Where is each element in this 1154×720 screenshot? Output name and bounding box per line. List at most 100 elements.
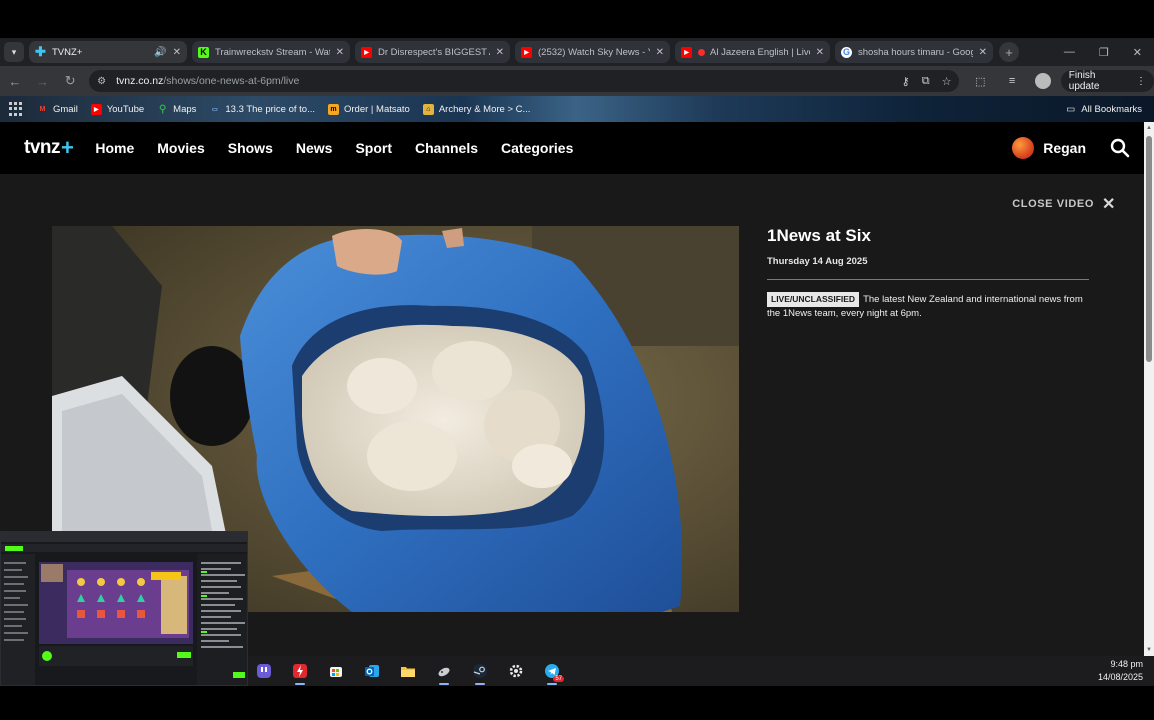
- bookmark-label: Order | Matsato: [344, 103, 410, 115]
- tab-title: Trainwreckstv Stream - Watc: [215, 46, 330, 58]
- close-tab-icon[interactable]: ✕: [816, 47, 824, 58]
- nav-sport[interactable]: Sport: [355, 140, 392, 156]
- clock-date: 14/08/2025: [1097, 672, 1143, 682]
- nav-channels[interactable]: Channels: [415, 140, 478, 156]
- show-date: Thursday 14 Aug 2025: [767, 256, 868, 267]
- bookmark-star-icon[interactable]: ☆: [942, 75, 952, 88]
- stream-overlay-thumbnail[interactable]: [0, 531, 248, 686]
- page-icon: ▭: [212, 106, 218, 113]
- bookmark-price-article[interactable]: ▭ 13.3 The price of to...: [209, 104, 315, 115]
- archery-icon: ⌂: [422, 103, 434, 115]
- system-clock[interactable]: 9:48 pm 14/08/2025: [1098, 658, 1143, 684]
- classification-badge: LIVE/UNCLASSIFIED: [767, 292, 860, 307]
- browser-tab-strip: ▾ ✚ TVNZ+ 🔊 ✕ K Trainwreckstv Stream - W…: [0, 38, 1154, 66]
- minimize-icon[interactable]: —: [1064, 46, 1075, 59]
- folder-icon: ▭: [1066, 103, 1076, 115]
- user-menu[interactable]: Regan: [1012, 137, 1086, 159]
- close-video-label: CLOSE VIDEO: [1012, 198, 1094, 210]
- show-description-block: LIVE/UNCLASSIFIED The latest New Zealand …: [767, 292, 1089, 320]
- file-explorer-icon[interactable]: [396, 659, 420, 683]
- speaker-icon[interactable]: 🔊: [154, 47, 166, 58]
- bookmark-archery[interactable]: ⌂ Archery & More > C...: [422, 103, 531, 115]
- scroll-down-icon[interactable]: ▼: [1146, 647, 1152, 653]
- bookmark-youtube[interactable]: ▶ YouTube: [90, 103, 145, 115]
- tab-dr-disrespect[interactable]: ▶ Dr Disrespect's BIGGEST Al ✕: [355, 41, 510, 63]
- tab-title: Al Jazeera English | Live: [710, 46, 810, 58]
- scroll-up-icon[interactable]: ▲: [1146, 125, 1152, 131]
- nav-home[interactable]: Home: [95, 140, 134, 156]
- google-icon: G: [841, 46, 852, 58]
- steam-icon[interactable]: [468, 659, 492, 685]
- power-app-icon[interactable]: [288, 659, 312, 685]
- outlook-icon[interactable]: [360, 659, 384, 683]
- extensions-icon[interactable]: ⬚: [969, 70, 991, 92]
- nav-news[interactable]: News: [296, 140, 333, 156]
- restore-icon[interactable]: ❐: [1099, 46, 1109, 59]
- search-icon[interactable]: [1110, 138, 1130, 158]
- close-tab-icon[interactable]: ✕: [979, 47, 987, 58]
- user-avatar: [1012, 137, 1035, 159]
- new-tab-button[interactable]: +: [999, 42, 1019, 62]
- all-bookmarks-button[interactable]: ▭ All Bookmarks: [1066, 104, 1142, 115]
- forward-icon[interactable]: →: [30, 70, 56, 92]
- back-icon[interactable]: ←: [2, 70, 28, 92]
- all-bookmarks-label: All Bookmarks: [1081, 103, 1142, 115]
- close-tab-icon[interactable]: ✕: [496, 47, 504, 58]
- bookmark-label: Archery & More > C...: [438, 103, 531, 115]
- bookmark-label: Gmail: [53, 103, 78, 115]
- tab-title: TVNZ+: [52, 46, 83, 58]
- tvnz-logo[interactable]: tvnz +: [24, 135, 74, 161]
- top-letterbox: [0, 0, 1154, 38]
- telegram-icon[interactable]: 57: [540, 659, 564, 685]
- site-header: tvnz + Home Movies Shows News Sport Chann…: [0, 122, 1144, 174]
- tab-google-search[interactable]: G shosha hours timaru - Goog ✕: [835, 41, 993, 63]
- finish-update-label: Finish update: [1068, 70, 1100, 92]
- nav-shows[interactable]: Shows: [228, 140, 273, 156]
- scrollbar-thumb[interactable]: [1146, 136, 1152, 362]
- gmail-icon: M: [39, 105, 46, 113]
- bookmark-label: YouTube: [106, 103, 145, 115]
- nav-categories[interactable]: Categories: [501, 140, 573, 156]
- tab-al-jazeera[interactable]: ▶ Al Jazeera English | Live ✕: [675, 41, 830, 63]
- close-tab-icon[interactable]: ✕: [656, 47, 664, 58]
- browser-toolbar: ← → ↻ ⚙ tvnz.co.nz/shows/one-news-at-6pm…: [0, 66, 1154, 96]
- active-indicator: [475, 683, 485, 685]
- telegram-badge: 57: [553, 676, 564, 682]
- reading-list-icon[interactable]: ≡: [1001, 70, 1023, 92]
- site-info-icon[interactable]: ⚙: [97, 76, 106, 87]
- reload-icon[interactable]: ↻: [57, 70, 83, 92]
- password-key-icon[interactable]: ⚷: [902, 75, 910, 88]
- close-tab-icon[interactable]: ✕: [173, 47, 181, 58]
- close-icon: ✕: [1101, 196, 1116, 213]
- nav-movies[interactable]: Movies: [157, 140, 204, 156]
- tab-title: shosha hours timaru - Goog: [858, 46, 973, 58]
- finish-update-button[interactable]: Finish update ⋮: [1060, 70, 1154, 92]
- logo-text: tvnz: [24, 137, 61, 158]
- active-indicator: [547, 683, 557, 685]
- tab-search-button[interactable]: ▾: [4, 42, 24, 62]
- bookmark-gmail[interactable]: M Gmail: [37, 104, 78, 115]
- clock-time: 9:48 pm: [1110, 659, 1143, 669]
- close-tab-icon[interactable]: ✕: [336, 47, 344, 58]
- omnibox-actions: ⚷ ⧉ ☆: [902, 75, 952, 88]
- bookmark-maps[interactable]: ⚲ Maps: [157, 104, 196, 115]
- tab-trainwreckstv[interactable]: K Trainwreckstv Stream - Watc ✕: [192, 41, 350, 63]
- page-scrollbar[interactable]: ▲ ▼: [1144, 122, 1154, 656]
- gaming-icon[interactable]: [432, 659, 456, 685]
- close-video-button[interactable]: CLOSE VIDEO ✕: [1012, 194, 1116, 214]
- address-bar[interactable]: ⚙ tvnz.co.nz/shows/one-news-at-6pm/live …: [89, 70, 960, 92]
- url-host: tvnz.co.nz: [116, 75, 164, 87]
- apps-grid-icon[interactable]: [9, 102, 23, 116]
- twitch-icon[interactable]: [252, 659, 276, 683]
- tab-sky-news[interactable]: ▶ (2532) Watch Sky News - Yo ✕: [515, 41, 670, 63]
- bookmark-matsato[interactable]: m Order | Matsato: [328, 103, 410, 115]
- settings-icon[interactable]: [504, 659, 528, 683]
- tab-title: (2532) Watch Sky News - Yo: [538, 46, 650, 58]
- close-window-icon[interactable]: ✕: [1133, 46, 1142, 59]
- divider: [767, 279, 1089, 280]
- profile-avatar[interactable]: [1034, 73, 1051, 89]
- install-app-icon[interactable]: ⧉: [922, 75, 930, 88]
- store-icon[interactable]: [324, 659, 348, 683]
- active-indicator: [295, 683, 305, 685]
- tab-tvnz[interactable]: ✚ TVNZ+ 🔊 ✕: [29, 41, 187, 63]
